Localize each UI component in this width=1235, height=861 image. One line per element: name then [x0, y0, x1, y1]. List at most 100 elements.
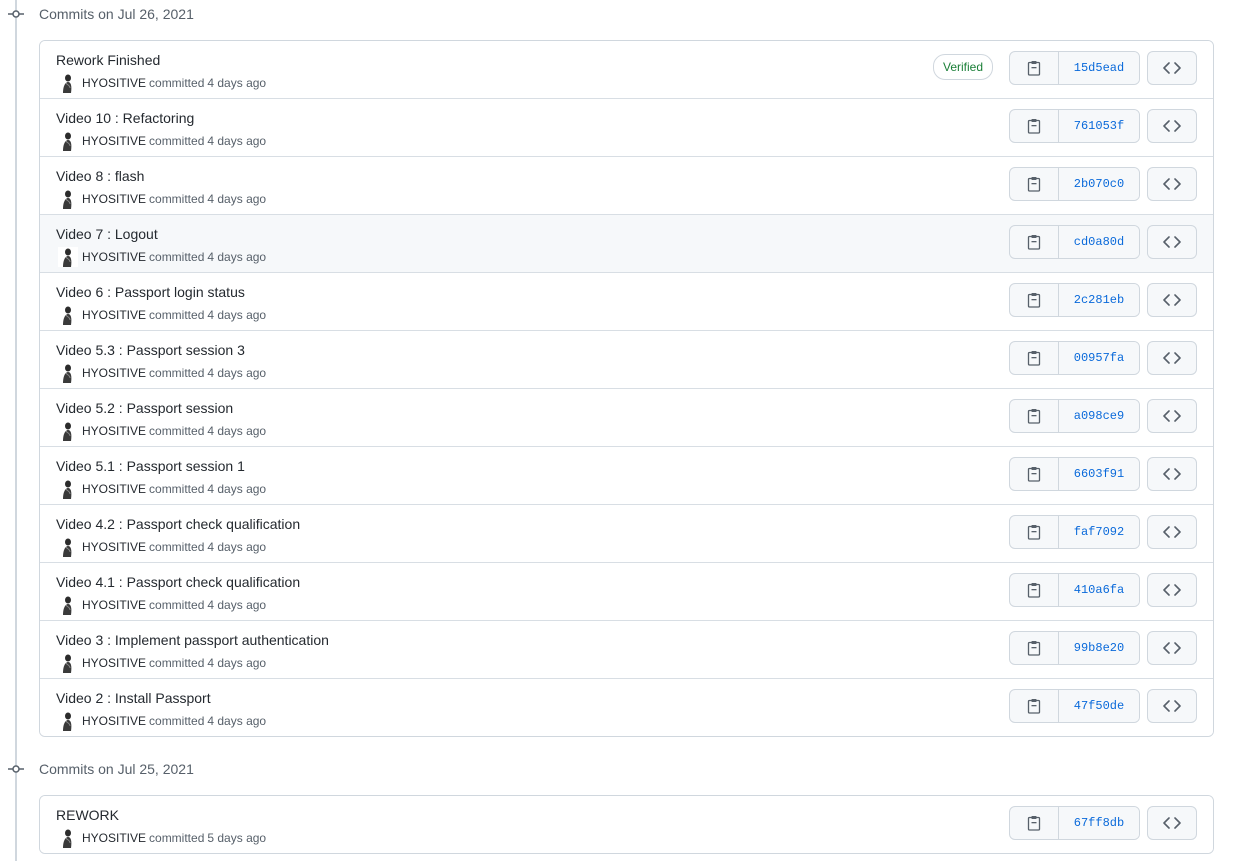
commit-meta: HYOSITIVE committed 5 days ago [58, 828, 266, 848]
copy-sha-button[interactable] [1010, 52, 1059, 84]
author-link[interactable]: HYOSITIVE [82, 656, 146, 670]
browse-repo-button[interactable] [1147, 806, 1197, 840]
browse-repo-button[interactable] [1147, 631, 1197, 665]
browse-repo-button[interactable] [1147, 573, 1197, 607]
author-link[interactable]: HYOSITIVE [82, 250, 146, 264]
commit-message-link[interactable]: Rework Finished [56, 52, 160, 68]
copy-sha-button[interactable] [1010, 400, 1059, 432]
copy-sha-button[interactable] [1010, 168, 1059, 200]
sha-button-group: 00957fa [1009, 341, 1140, 375]
avatar[interactable] [58, 653, 78, 673]
author-link[interactable]: HYOSITIVE [82, 366, 146, 380]
commit-sha-link[interactable]: 99b8e20 [1059, 632, 1139, 664]
commit-message-link[interactable]: Video 4.1 : Passport check qualification [56, 574, 300, 590]
commit-message-link[interactable]: Video 6 : Passport login status [56, 284, 245, 300]
commit-message-link[interactable]: Video 5.2 : Passport session [56, 400, 233, 416]
commit-time: 4 days ago [207, 366, 267, 380]
commit-time: 4 days ago [207, 424, 267, 438]
avatar[interactable] [58, 421, 78, 441]
commit-sha-link[interactable]: cd0a80d [1059, 226, 1139, 258]
commit-sha-link[interactable]: 2b070c0 [1059, 168, 1139, 200]
clipboard-icon [1027, 60, 1041, 76]
commit-action: committed [149, 424, 205, 438]
author-link[interactable]: HYOSITIVE [82, 192, 146, 206]
avatar[interactable] [58, 828, 78, 848]
author-link[interactable]: HYOSITIVE [82, 714, 146, 728]
avatar[interactable] [58, 73, 78, 93]
copy-sha-button[interactable] [1010, 807, 1059, 839]
copy-sha-button[interactable] [1010, 574, 1059, 606]
commit-message-link[interactable]: REWORK [56, 807, 119, 823]
commit-row: Video 4.1 : Passport check qualification… [40, 563, 1213, 621]
commit-meta: HYOSITIVE committed 4 days ago [58, 305, 266, 325]
commit-message-link[interactable]: Video 8 : flash [56, 168, 144, 184]
verified-badge[interactable]: Verified [933, 54, 994, 80]
commit-sha-link[interactable]: 761053f [1059, 110, 1139, 142]
commit-meta: HYOSITIVE committed 4 days ago [58, 479, 266, 499]
commit-meta: HYOSITIVE committed 4 days ago [58, 189, 266, 209]
commit-message-link[interactable]: Video 3 : Implement passport authenticat… [56, 632, 329, 648]
author-link[interactable]: HYOSITIVE [82, 76, 146, 90]
commit-time: 4 days ago [207, 482, 267, 496]
commit-message-link[interactable]: Video 7 : Logout [56, 226, 158, 242]
commit-sha-link[interactable]: 15d5ead [1059, 52, 1139, 84]
commit-message-link[interactable]: Video 4.2 : Passport check qualification [56, 516, 300, 532]
commit-action: committed [149, 540, 205, 554]
sha-button-group: 761053f [1009, 109, 1140, 143]
sha-button-group: cd0a80d [1009, 225, 1140, 259]
commit-sha-link[interactable]: a098ce9 [1059, 400, 1139, 432]
browse-repo-button[interactable] [1147, 689, 1197, 723]
browse-repo-button[interactable] [1147, 399, 1197, 433]
avatar[interactable] [58, 189, 78, 209]
copy-sha-button[interactable] [1010, 516, 1059, 548]
commit-message-link[interactable]: Video 5.1 : Passport session 1 [56, 458, 245, 474]
commit-time: 4 days ago [207, 192, 267, 206]
browse-repo-button[interactable] [1147, 341, 1197, 375]
author-link[interactable]: HYOSITIVE [82, 540, 146, 554]
avatar[interactable] [58, 711, 78, 731]
browse-repo-button[interactable] [1147, 51, 1197, 85]
avatar[interactable] [58, 537, 78, 557]
browse-repo-button[interactable] [1147, 457, 1197, 491]
browse-repo-button[interactable] [1147, 167, 1197, 201]
commit-sha-link[interactable]: 47f50de [1059, 690, 1139, 722]
avatar[interactable] [58, 595, 78, 615]
commit-time: 4 days ago [207, 656, 267, 670]
commit-sha-link[interactable]: 6603f91 [1059, 458, 1139, 490]
author-link[interactable]: HYOSITIVE [82, 831, 146, 845]
browse-repo-button[interactable] [1147, 109, 1197, 143]
author-link[interactable]: HYOSITIVE [82, 424, 146, 438]
commit-sha-link[interactable]: 2c281eb [1059, 284, 1139, 316]
author-link[interactable]: HYOSITIVE [82, 308, 146, 322]
copy-sha-button[interactable] [1010, 458, 1059, 490]
commit-message-link[interactable]: Video 10 : Refactoring [56, 110, 194, 126]
avatar[interactable] [58, 305, 78, 325]
copy-sha-button[interactable] [1010, 632, 1059, 664]
commit-time: 4 days ago [207, 598, 267, 612]
commit-meta: HYOSITIVE committed 4 days ago [58, 363, 266, 383]
commit-action: committed [149, 598, 205, 612]
author-link[interactable]: HYOSITIVE [82, 482, 146, 496]
avatar[interactable] [58, 479, 78, 499]
code-icon [1163, 467, 1181, 481]
avatar[interactable] [58, 363, 78, 383]
avatar[interactable] [58, 131, 78, 151]
browse-repo-button[interactable] [1147, 225, 1197, 259]
commit-sha-link[interactable]: 67ff8db [1059, 807, 1139, 839]
commit-message-link[interactable]: Video 5.3 : Passport session 3 [56, 342, 245, 358]
author-link[interactable]: HYOSITIVE [82, 134, 146, 148]
commit-sha-link[interactable]: 410a6fa [1059, 574, 1139, 606]
copy-sha-button[interactable] [1010, 226, 1059, 258]
copy-sha-button[interactable] [1010, 284, 1059, 316]
commit-sha-link[interactable]: 00957fa [1059, 342, 1139, 374]
commit-message-link[interactable]: Video 2 : Install Passport [56, 690, 211, 706]
copy-sha-button[interactable] [1010, 110, 1059, 142]
author-link[interactable]: HYOSITIVE [82, 598, 146, 612]
copy-sha-button[interactable] [1010, 690, 1059, 722]
copy-sha-button[interactable] [1010, 342, 1059, 374]
browse-repo-button[interactable] [1147, 283, 1197, 317]
code-icon [1163, 351, 1181, 365]
commit-sha-link[interactable]: faf7092 [1059, 516, 1139, 548]
avatar[interactable] [58, 247, 78, 267]
browse-repo-button[interactable] [1147, 515, 1197, 549]
